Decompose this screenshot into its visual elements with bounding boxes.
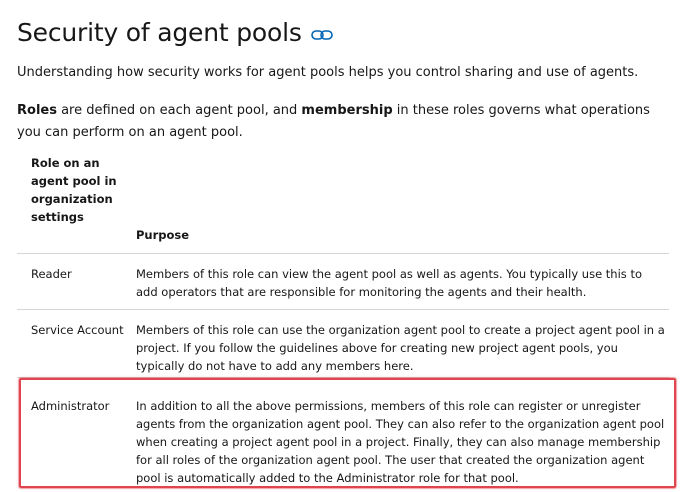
purpose-cell: In addition to all the above permissions… <box>136 399 665 485</box>
table-header: Role on an agent pool in organization se… <box>17 152 669 254</box>
table-row-administrator: Administrator In addition to all the abo… <box>17 378 669 488</box>
role-cell: Service Account <box>31 323 124 337</box>
role-cell: Reader <box>31 267 72 281</box>
role-cell: Administrator <box>31 399 110 413</box>
heading-row: Security of agent pools <box>17 14 333 50</box>
purpose-cell: Members of this role can use the organiz… <box>136 323 665 373</box>
roles-paragraph: Roles are defined on each agent pool, an… <box>17 100 677 144</box>
header-purpose: Purpose <box>136 228 190 242</box>
roles-term: Roles <box>17 103 57 118</box>
page-title: Security of agent pools <box>17 17 302 47</box>
roles-text-1: are defined on each agent pool, and <box>56 103 302 118</box>
table-row-reader: Reader Members of this role can view the… <box>17 253 669 310</box>
intro-paragraph: Understanding how security works for age… <box>17 65 639 80</box>
link-icon[interactable] <box>310 27 333 41</box>
table-row-service-account: Service Account Members of this role can… <box>17 310 669 378</box>
purpose-cell: Members of this role can view the agent … <box>136 267 642 299</box>
membership-term: membership <box>301 103 393 118</box>
header-role: Role on an agent pool in organization se… <box>31 156 117 224</box>
